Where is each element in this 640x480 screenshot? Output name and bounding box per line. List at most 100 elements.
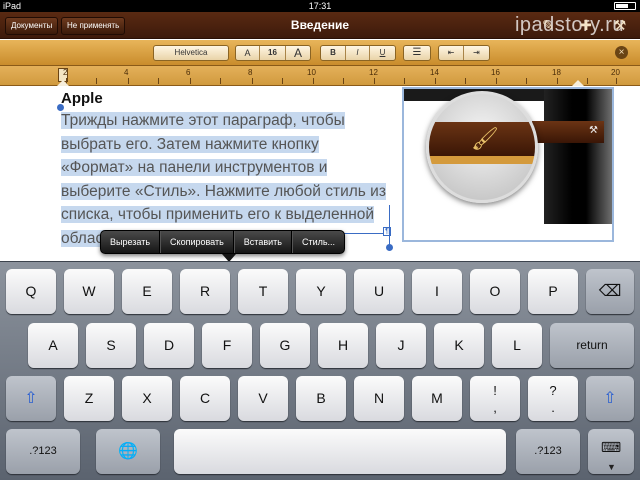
plus-icon[interactable]: ✚ [578, 17, 594, 33]
ruler-tick [343, 78, 344, 84]
key-n[interactable]: N [354, 376, 404, 421]
ruler-tick [190, 78, 191, 84]
numbers-key-left[interactable]: .?123 [6, 429, 80, 474]
ruler-tick [616, 78, 617, 84]
key-o[interactable]: O [470, 269, 520, 314]
return-key[interactable]: return [550, 323, 634, 368]
key-u[interactable]: U [354, 269, 404, 314]
lens-wood-strip [429, 156, 535, 164]
ruler-label: 10 [307, 68, 316, 77]
key-k[interactable]: K [434, 323, 484, 368]
bold-button[interactable]: B [321, 46, 346, 60]
ruler-tick [465, 78, 466, 84]
top-toolbar: Документы Не применять Введение ipadstor… [0, 12, 640, 39]
key-top-glyph: ! [493, 383, 497, 398]
ruler-label: 8 [248, 68, 253, 77]
first-indent-marker[interactable] [57, 80, 69, 86]
document-canvas[interactable]: Apple Трижды нажмите этот параграф, чтоб… [0, 87, 640, 261]
ruler-tick [374, 78, 375, 84]
key-t[interactable]: T [238, 269, 288, 314]
key-l[interactable]: L [492, 323, 542, 368]
document-heading[interactable]: Apple [61, 90, 103, 107]
align-justify-icon: ☰ [412, 47, 422, 58]
key-exclamation-comma[interactable]: ! , [470, 376, 520, 421]
ruler-label: 2 [63, 68, 68, 77]
key-r[interactable]: R [180, 269, 230, 314]
key-g[interactable]: G [260, 323, 310, 368]
selected-paragraph[interactable]: Трижды нажмите этот параграф, чтобы выбр… [61, 109, 391, 250]
selection-end-bar [389, 205, 390, 245]
shift-right-icon[interactable]: ⇧ [586, 376, 634, 421]
watermark: ipadstory.ru [514, 14, 624, 36]
key-m[interactable]: M [412, 376, 462, 421]
key-i[interactable]: I [412, 269, 462, 314]
key-h[interactable]: H [318, 323, 368, 368]
indent-control: ⇤ ⇥ [438, 45, 490, 61]
paste-menu-item[interactable]: Вставить [233, 231, 292, 253]
key-b[interactable]: B [296, 376, 346, 421]
ruler-label: 16 [491, 68, 500, 77]
key-x[interactable]: X [122, 376, 172, 421]
space-bar[interactable] [174, 429, 506, 474]
key-j[interactable]: J [376, 323, 426, 368]
font-smaller-button[interactable]: A [236, 46, 260, 60]
text-style-control: B I U [320, 45, 396, 61]
indent-icon[interactable]: ⇥ [464, 46, 489, 60]
shift-left-icon[interactable]: ⇧ [6, 376, 56, 421]
italic-button[interactable]: I [346, 46, 370, 60]
magnifier-lens: 🖌 [426, 91, 538, 203]
key-top-glyph: ? [549, 383, 557, 398]
style-menu-item[interactable]: Стиль... [291, 231, 344, 253]
ruler-tick [128, 78, 129, 84]
globe-icon[interactable]: 🌐 [96, 429, 160, 474]
key-d[interactable]: D [144, 323, 194, 368]
ruler[interactable]: 2 4 6 8 10 12 14 16 18 20 [0, 66, 640, 86]
key-e[interactable]: E [122, 269, 172, 314]
info-icon[interactable]: ✎ [540, 17, 556, 33]
status-bar: iPad 17:31 [0, 0, 640, 12]
ruler-label: 4 [124, 68, 129, 77]
key-f[interactable]: F [202, 323, 252, 368]
context-menu-pointer [222, 254, 236, 261]
align-button[interactable]: ☰ [403, 45, 431, 61]
ruler-label: 14 [430, 68, 439, 77]
selection-end-handle[interactable] [386, 244, 393, 251]
font-picker[interactable]: Helvetica [153, 45, 229, 61]
key-v[interactable]: V [238, 376, 288, 421]
ruler-tick [252, 78, 253, 84]
key-a[interactable]: A [28, 323, 78, 368]
cut-menu-item[interactable]: Вырезать [101, 231, 161, 253]
battery-icon [614, 2, 636, 10]
ruler-tick [96, 78, 97, 84]
ruler-tick [313, 78, 314, 84]
ruler-tick [282, 78, 283, 84]
font-name: Helvetica [174, 48, 208, 57]
key-bottom-glyph: . [551, 400, 555, 415]
inserted-image[interactable]: ⚒ 🖌 [402, 87, 614, 242]
key-z[interactable]: Z [64, 376, 114, 421]
ruler-tick [587, 78, 588, 84]
ruler-tick [404, 78, 405, 84]
wrench-icon[interactable]: ⚒ [612, 17, 628, 33]
clock: 17:31 [308, 1, 332, 11]
ruler-label: 18 [552, 68, 561, 77]
key-w[interactable]: W [64, 269, 114, 314]
key-q[interactable]: Q [6, 269, 56, 314]
selection-start-handle[interactable] [57, 104, 64, 111]
outdent-icon[interactable]: ⇤ [439, 46, 464, 60]
right-indent-marker[interactable] [572, 80, 584, 86]
key-y[interactable]: Y [296, 269, 346, 314]
key-s[interactable]: S [86, 323, 136, 368]
key-c[interactable]: C [180, 376, 230, 421]
key-p[interactable]: P [528, 269, 578, 314]
ruler-tick [496, 78, 497, 84]
copy-menu-item[interactable]: Скопировать [160, 231, 234, 253]
underline-button[interactable]: U [370, 46, 395, 60]
backspace-icon[interactable]: ⌫ [586, 269, 634, 314]
key-question-period[interactable]: ? . [528, 376, 578, 421]
close-format-bar-button[interactable]: × [615, 46, 628, 59]
numbers-key-right[interactable]: .?123 [516, 429, 580, 474]
font-size-control: A 16 A [235, 45, 311, 61]
ruler-tick [158, 78, 159, 84]
font-larger-button[interactable]: A [286, 46, 310, 60]
